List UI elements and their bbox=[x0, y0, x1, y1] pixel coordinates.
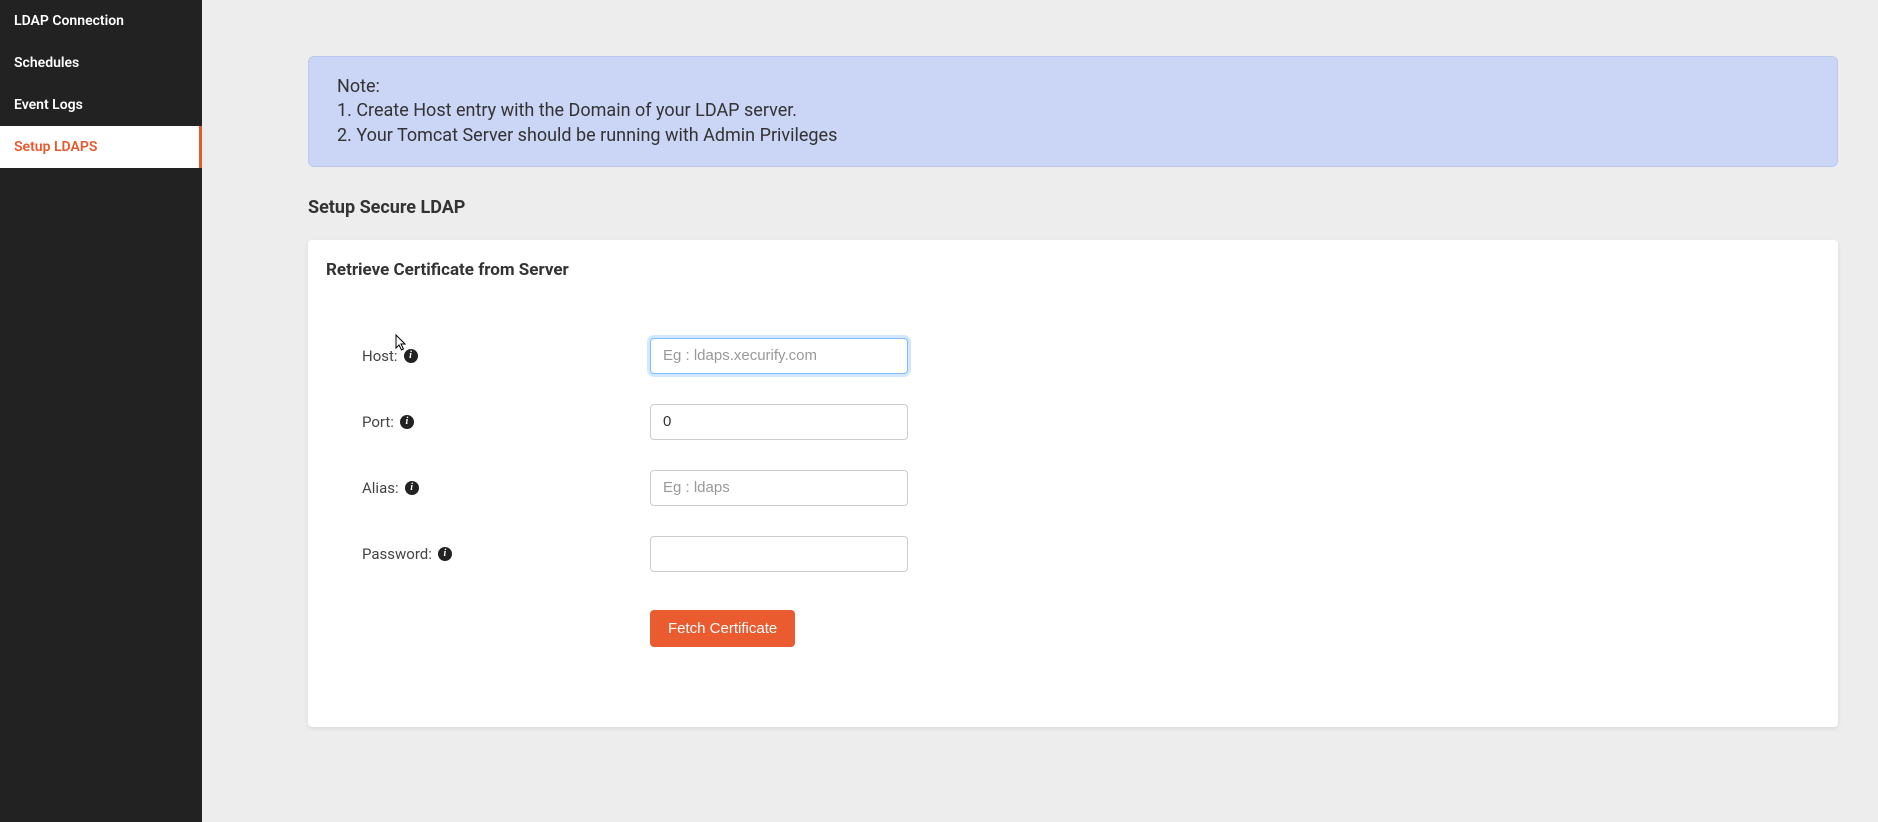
sidebar-item-schedules[interactable]: Schedules bbox=[0, 42, 202, 84]
alias-label: Alias: bbox=[362, 479, 399, 497]
form-row-password: Password: i bbox=[326, 536, 1820, 572]
port-label-wrap: Port: i bbox=[326, 413, 616, 431]
port-label: Port: bbox=[362, 413, 394, 431]
note-heading: Note: bbox=[337, 75, 1809, 99]
port-input[interactable] bbox=[650, 404, 908, 440]
host-input[interactable] bbox=[650, 338, 908, 374]
form-row-alias: Alias: i bbox=[326, 470, 1820, 506]
fetch-certificate-button[interactable]: Fetch Certificate bbox=[650, 610, 795, 647]
password-input[interactable] bbox=[650, 536, 908, 572]
form-card: Retrieve Certificate from Server Host: i… bbox=[308, 240, 1838, 727]
sidebar-item-event-logs[interactable]: Event Logs bbox=[0, 84, 202, 126]
note-box: Note: 1. Create Host entry with the Doma… bbox=[308, 56, 1838, 167]
info-icon[interactable]: i bbox=[400, 415, 414, 429]
info-icon[interactable]: i bbox=[405, 481, 419, 495]
sidebar: LDAP Connection Schedules Event Logs Set… bbox=[0, 0, 202, 822]
alias-label-wrap: Alias: i bbox=[326, 479, 616, 497]
form-row-port: Port: i bbox=[326, 404, 1820, 440]
info-icon[interactable]: i bbox=[404, 349, 418, 363]
sidebar-item-setup-ldaps[interactable]: Setup LDAPS bbox=[0, 126, 202, 168]
password-label-wrap: Password: i bbox=[326, 545, 616, 563]
info-icon[interactable]: i bbox=[438, 547, 452, 561]
page-title: Setup Secure LDAP bbox=[308, 197, 1838, 218]
note-line-2: 2. Your Tomcat Server should be running … bbox=[337, 124, 1809, 148]
alias-input[interactable] bbox=[650, 470, 908, 506]
sidebar-item-ldap-connection[interactable]: LDAP Connection bbox=[0, 0, 202, 42]
card-title: Retrieve Certificate from Server bbox=[326, 260, 1820, 280]
host-label: Host: bbox=[362, 347, 398, 365]
main-content: Note: 1. Create Host entry with the Doma… bbox=[202, 0, 1878, 822]
password-label: Password: bbox=[362, 545, 432, 563]
note-line-1: 1. Create Host entry with the Domain of … bbox=[337, 99, 1809, 123]
host-label-wrap: Host: i bbox=[326, 347, 616, 365]
form-row-host: Host: i bbox=[326, 338, 1820, 374]
